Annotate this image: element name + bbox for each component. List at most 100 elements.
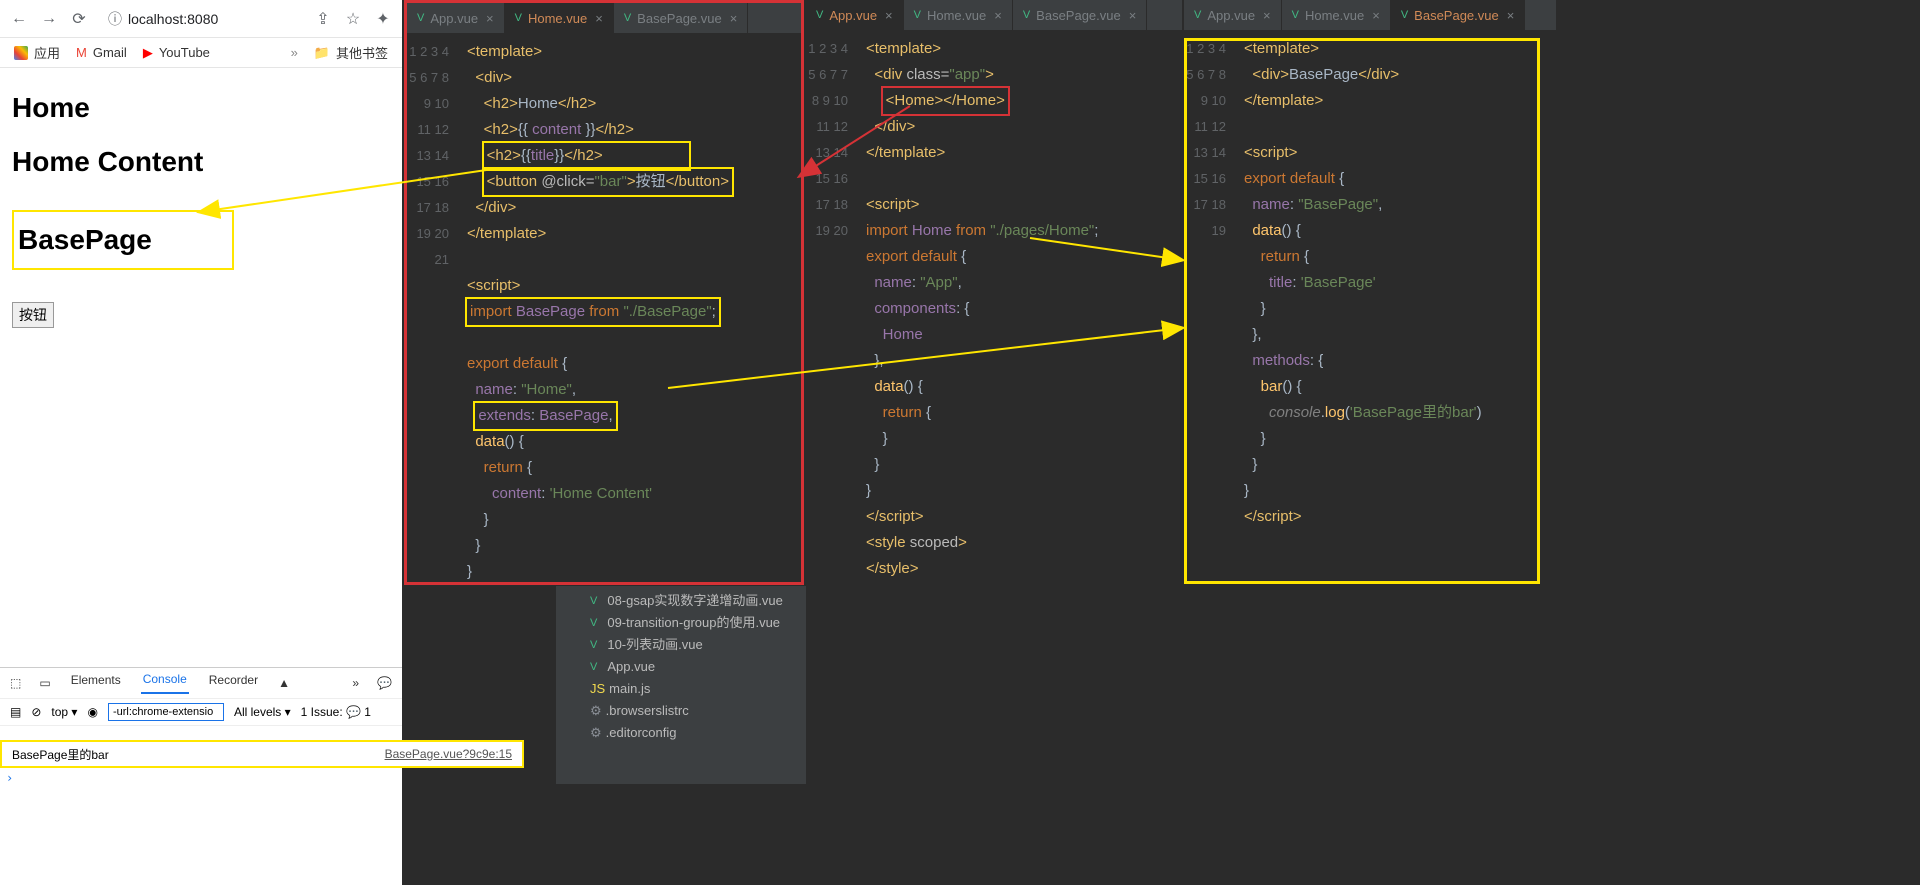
devtools-tabs: ⬚ ▭ Elements Console Recorder ▲ » 💬 [0,668,402,698]
vue-icon: V [1292,9,1299,21]
apps-bookmark[interactable]: 应用 [14,43,60,62]
file-tree: V 08-gsap实现数字递增动画.vueV09-transition-group… [556,586,806,784]
live-expression-icon[interactable]: ◉ [87,705,97,719]
close-icon[interactable]: × [595,11,603,26]
extensions-icon[interactable]: ✦ [374,10,392,28]
sidebar-icon[interactable]: ▤ [10,705,21,719]
address-bar[interactable]: ⓘ localhost:8080 [100,9,302,29]
code-lines[interactable]: <template> <div>BasePage</div></template… [1244,30,1556,530]
code-lines[interactable]: <template> <div class="app"> <Home></Hom… [866,30,1182,582]
vue-icon: V [417,12,424,24]
tab-home-1[interactable]: VHome.vue× [505,3,614,33]
gmail-icon: M [76,45,87,60]
file-tree-item[interactable]: JSmain.js [562,678,806,700]
config-icon: ⚙ [590,700,602,722]
reload-button[interactable]: ⟳ [70,10,88,28]
file-tree-label: 08-gsap实现数字递增动画.vue [607,590,783,612]
other-label: 其他书签 [336,43,388,62]
youtube-bookmark[interactable]: ▶ YouTube [143,45,210,61]
tab-app-2[interactable]: VApp.vue× [806,0,904,30]
share-icon[interactable]: ⇪ [314,10,332,28]
tab-base-3[interactable]: VBasePage.vue× [1391,0,1526,30]
console-toolbar: ▤ ⊘ top ▾ ◉ All levels ▾ 1 Issue: 💬 1 [0,698,402,726]
close-icon[interactable]: × [994,8,1002,23]
console-filter-input[interactable] [108,703,224,721]
close-icon[interactable]: × [1263,8,1271,23]
file-tree-item[interactable]: ⚙.editorconfig [562,722,806,744]
tab-base-2[interactable]: VBasePage.vue× [1013,0,1148,30]
devtools-panel: ⬚ ▭ Elements Console Recorder ▲ » 💬 ▤ ⊘ … [0,667,402,726]
close-icon[interactable]: × [486,11,494,26]
url-text: localhost:8080 [128,11,218,27]
button-anjian[interactable]: 按钮 [12,302,54,328]
more-tabs[interactable]: » [352,676,359,690]
vue-icon: V [914,9,921,21]
tab-app-1[interactable]: VApp.vue× [407,3,505,33]
bookmarks-bar: 应用 M Gmail ▶ YouTube » 📁 其他书签 [0,38,402,68]
vue-icon: V [1401,9,1408,21]
tab-home-2[interactable]: VHome.vue× [904,0,1013,30]
file-tree-item[interactable]: ⚙.browserslistrc [562,700,806,722]
file-tree-label: .editorconfig [606,722,677,744]
vue-icon: V [624,12,631,24]
file-tree-label: 10-列表动画.vue [607,634,702,656]
levels-dropdown[interactable]: All levels ▾ [234,705,291,719]
close-icon[interactable]: × [885,8,893,23]
other-bookmarks[interactable]: 📁 其他书签 [314,43,388,62]
vue-icon: V [590,590,597,612]
log-message: BasePage里的bar [12,746,109,763]
heading-basepage: BasePage [12,210,234,270]
code-lines[interactable]: <template> <div> <h2>Home</h2> <h2>{{ co… [467,33,801,585]
close-icon[interactable]: × [1129,8,1137,23]
tab-console[interactable]: Console [141,672,189,694]
vue-icon: V [1194,9,1201,21]
tab-home-3[interactable]: VHome.vue× [1282,0,1391,30]
star-icon[interactable]: ☆ [344,10,362,28]
more-bookmarks[interactable]: » [291,45,298,60]
apps-label: 应用 [34,43,60,62]
youtube-label: YouTube [159,45,210,60]
info-icon: ⓘ [108,9,122,29]
editor2-tabs: VApp.vue× VHome.vue× VBasePage.vue× [806,0,1182,30]
file-tree-item[interactable]: VApp.vue [562,656,806,678]
code-area-2[interactable]: 1 2 3 4 5 6 7 7 8 9 10 11 12 13 14 15 16… [806,30,1182,582]
close-icon[interactable]: × [1507,8,1515,23]
chat-icon[interactable]: 💬 [377,676,392,690]
issues-badge[interactable]: 1 Issue: 💬 1 [301,705,371,719]
file-tree-item[interactable]: V09-transition-group的使用.vue [562,612,806,634]
device-icon[interactable]: ▭ [39,676,50,690]
heading-home-content: Home Content [12,146,390,178]
code-area-3[interactable]: 1 2 3 4 5 6 7 8 9 10 11 12 13 14 15 16 1… [1184,30,1556,530]
code-area-1[interactable]: 1 2 3 4 5 6 7 8 9 10 11 12 13 14 15 16 1… [407,33,801,585]
editor1-tabs: VApp.vue× VHome.vue× VBasePage.vue× [407,3,801,33]
config-icon: ⚙ [590,722,602,744]
inspect-icon[interactable]: ⬚ [10,676,21,690]
tab-elements[interactable]: Elements [69,673,123,693]
clear-icon[interactable]: ⊘ [31,705,41,719]
close-icon[interactable]: × [1372,8,1380,23]
back-button[interactable]: ← [10,10,28,28]
console-prompt[interactable]: › [6,771,13,785]
log-source[interactable]: BasePage.vue?9c9e:15 [385,747,512,761]
vue-icon: V [515,12,522,24]
file-tree-item[interactable]: V10-列表动画.vue [562,634,806,656]
console-log-row: BasePage里的bar BasePage.vue?9c9e:15 [0,740,524,768]
gutter: 1 2 3 4 5 6 7 7 8 9 10 11 12 13 14 15 16… [806,30,858,244]
file-tree-label: App.vue [607,656,655,678]
tab-base-1[interactable]: VBasePage.vue× [614,3,749,33]
js-icon: JS [590,678,605,700]
tab-recorder[interactable]: Recorder [207,673,260,693]
editor-home: VApp.vue× VHome.vue× VBasePage.vue× 1 2 … [404,0,804,585]
folder-icon: 📁 [314,45,330,61]
gutter: 1 2 3 4 5 6 7 8 9 10 11 12 13 14 15 16 1… [407,33,459,273]
gmail-bookmark[interactable]: M Gmail [76,45,127,60]
page-content: Home Home Content BasePage 按钮 [0,68,402,342]
close-icon[interactable]: × [730,11,738,26]
file-tree-item[interactable]: V 08-gsap实现数字递增动画.vue [562,590,806,612]
context-dropdown[interactable]: top ▾ [51,705,77,719]
tab-app-3[interactable]: VApp.vue× [1184,0,1282,30]
editor-basepage: VApp.vue× VHome.vue× VBasePage.vue× 1 2 … [1184,0,1556,720]
forward-button[interactable]: → [40,10,58,28]
heading-home: Home [12,92,390,124]
editor3-tabs: VApp.vue× VHome.vue× VBasePage.vue× [1184,0,1556,30]
